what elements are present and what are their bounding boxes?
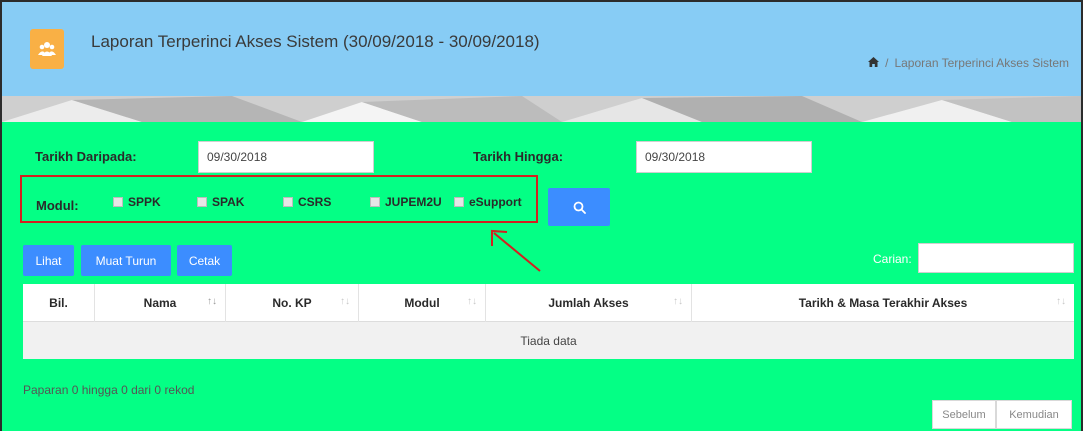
pagination: Sebelum Kemudian [932,400,1072,429]
modul-label: Modul: [36,198,79,213]
next-button[interactable]: Kemudian [996,400,1072,429]
lihat-button[interactable]: Lihat [23,245,74,276]
checkbox-sppk[interactable]: SPPK [113,195,161,209]
checkbox-icon[interactable] [454,197,464,207]
sort-icon: ↑↓ [1056,296,1066,307]
to-date-input[interactable]: 09/30/2018 [636,141,812,173]
page-header: Laporan Terperinci Akses Sistem (30/09/2… [2,2,1081,96]
users-icon [30,29,64,69]
filter-panel: Tarikh Daripada: 09/30/2018 Tarikh Hingg… [2,122,1081,431]
sort-icon: ↑↓ [340,296,350,307]
decorative-banner [2,96,1081,122]
breadcrumb-current[interactable]: Laporan Terperinci Akses Sistem [894,56,1069,70]
col-nama[interactable]: Nama ↑↓ [95,284,226,322]
modul-highlight-box: Modul: SPPK SPAK CSRS JUPEM2U eSupport [20,175,538,223]
checkbox-jupem2u[interactable]: JUPEM2U [370,195,442,209]
table-header-row: Bil. Nama ↑↓ No. KP ↑↓ Modul ↑↓ Jumlah Akse… [23,284,1074,322]
col-jumlah-akses[interactable]: Jumlah Akses ↑↓ [486,284,692,322]
checkbox-icon[interactable] [370,197,380,207]
col-no-kp[interactable]: No. KP ↑↓ [226,284,359,322]
sort-icon: ↑↓ [467,296,477,307]
search-icon [573,201,586,214]
red-arrow-annotation [491,229,541,272]
sort-icon: ↑↓ [207,296,217,307]
checkbox-icon[interactable] [197,197,207,207]
search-input[interactable] [918,243,1074,273]
pagination-info: Paparan 0 hingga 0 dari 0 rekod [23,383,195,397]
col-bil[interactable]: Bil. [23,284,95,322]
breadcrumb: / Laporan Terperinci Akses Sistem [868,56,1069,70]
sort-icon: ↑↓ [673,296,683,307]
col-tarikh-masa[interactable]: Tarikh & Masa Terakhir Akses ↑↓ [692,284,1074,322]
prev-button[interactable]: Sebelum [932,400,996,429]
checkbox-icon[interactable] [283,197,293,207]
cetak-button[interactable]: Cetak [177,245,232,276]
to-date-label: Tarikh Hingga: [473,149,564,164]
search-label: Carian: [873,252,912,266]
search-button[interactable] [548,188,610,226]
table-empty-row: Tiada data [23,322,1074,359]
from-date-input[interactable]: 09/30/2018 [198,141,374,173]
col-modul[interactable]: Modul ↑↓ [359,284,486,322]
home-icon[interactable] [868,56,880,70]
checkbox-csrs[interactable]: CSRS [283,195,331,209]
checkbox-esupport[interactable]: eSupport [454,195,522,209]
page-title: Laporan Terperinci Akses Sistem (30/09/2… [91,32,540,51]
data-table: Bil. Nama ↑↓ No. KP ↑↓ Modul ↑↓ Jumlah Akse… [23,284,1074,359]
checkbox-icon[interactable] [113,197,123,207]
muat-turun-button[interactable]: Muat Turun [81,245,171,276]
breadcrumb-separator: / [885,56,889,70]
from-date-label: Tarikh Daripada: [35,149,137,164]
checkbox-spak[interactable]: SPAK [197,195,244,209]
